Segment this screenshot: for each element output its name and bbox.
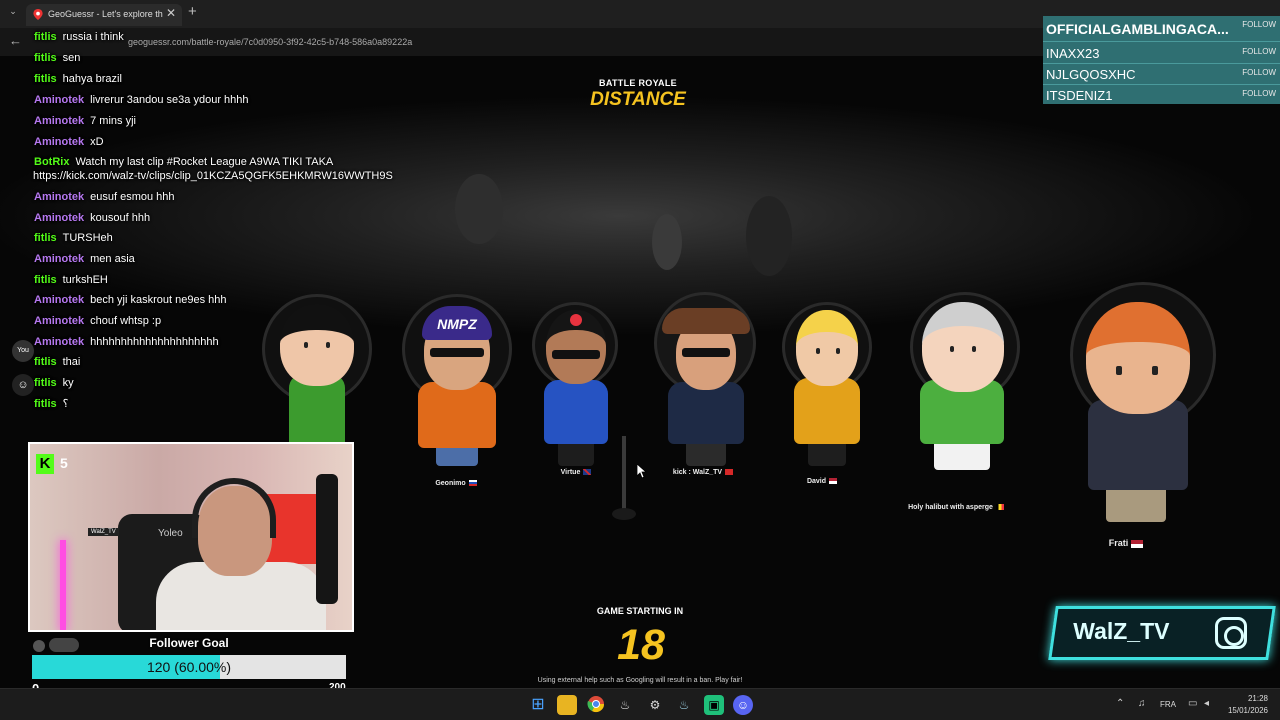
headset-icon	[192, 478, 276, 538]
player-avatar[interactable]: NMPZ	[402, 294, 512, 494]
new-tab-button[interactable]: +	[188, 3, 197, 20]
chat-side-icons: You ☺	[12, 340, 36, 400]
microphone-tray-icon[interactable]: ♫	[1138, 698, 1146, 709]
player-name: Geonimo	[366, 480, 546, 487]
steam-icon[interactable]: ♨	[615, 695, 635, 715]
follower-row: INAXX23 FOLLOW	[1043, 43, 1280, 64]
xbox-app-icon[interactable]: ▣	[704, 695, 724, 715]
chat-message: Aminotek men asia	[34, 253, 135, 265]
follow-button[interactable]: FOLLOW	[1242, 20, 1276, 29]
mouse-cursor-icon	[637, 464, 647, 478]
follower-row: NJLGQOSXHC FOLLOW	[1043, 64, 1280, 85]
follower-goal-title: Follower Goal	[149, 636, 229, 650]
player-name: David	[732, 478, 912, 485]
tab-title: GeoGuessr - Let's explore th	[48, 9, 163, 19]
volume-icon[interactable]: ◂	[1204, 698, 1209, 709]
chat-message: fitlis sen	[34, 52, 81, 64]
chat-message: Aminotek bech yji kaskrout ne9es hhh	[34, 294, 227, 306]
ghost-avatar	[746, 196, 792, 276]
chat-message: Aminotek 7 mins yji	[34, 115, 136, 127]
file-explorer-icon[interactable]	[557, 695, 577, 715]
chat-message: fitlis ؟	[34, 398, 69, 410]
viewer-count-badge: K 5	[36, 454, 72, 476]
discord-icon[interactable]: ☺	[733, 695, 753, 715]
chat-message: fitlis ky	[34, 377, 74, 389]
follow-button[interactable]: FOLLOW	[1242, 47, 1276, 56]
you-avatar[interactable]: You	[12, 340, 34, 362]
steam-app-icon[interactable]: ♨	[674, 695, 694, 715]
ghost-avatar	[652, 214, 682, 270]
player-avatar[interactable]	[904, 292, 1024, 492]
chat-message: fitlis hahya brazil	[34, 73, 122, 85]
follower-row: ITSDENIZ1 FOLLOW	[1046, 88, 1276, 103]
chat-message: Aminotek livrerur 3andou se3a ydour hhhh	[34, 94, 249, 106]
cowboy-hat	[662, 308, 750, 334]
url-field[interactable]: geoguessr.com/battle-royale/7c0d0950-3f9…	[128, 37, 412, 47]
map-pin-icon	[612, 436, 636, 520]
tab-close-icon[interactable]: ✕	[166, 6, 176, 20]
chat-message: Aminotek eusuf esmou hhh	[34, 191, 175, 203]
taskbar: ⊞ ♨ ⚙ ♨ ▣ ☺ ⌃ ♫ FRA ▭ ◂ 21:28 15/01/2026	[0, 688, 1280, 720]
follower-goal-bar: 120 (60.00%)	[32, 655, 346, 679]
settings-icon[interactable]: ⚙	[645, 695, 665, 715]
chat-message: fitlis thai	[34, 356, 81, 368]
chat-message: Aminotek chouf whtsp :p	[34, 315, 162, 327]
location-pin-icon	[570, 314, 582, 326]
chat-message: fitlis turkshEH	[34, 274, 108, 286]
tab-list-button[interactable]: ⌄	[6, 6, 20, 20]
player-name: Holy halibut with asperge	[866, 504, 1046, 511]
follower-goal-text: 120 (60.00%)	[146, 659, 232, 675]
instagram-icon	[1215, 617, 1247, 649]
chat-message: Aminotek kousouf hhh	[34, 212, 151, 224]
chat-message: fitlis TURSHeh	[34, 232, 113, 244]
player-avatar[interactable]	[532, 302, 622, 472]
chat-message: fitlis russia i think	[34, 31, 124, 43]
microphone-icon	[316, 474, 338, 604]
ghost-avatar	[455, 174, 503, 244]
back-button[interactable]: ←	[9, 33, 22, 48]
recent-followers-panel: OFFICIALGAMBLINGACA... FOLLOW INAXX23 FOLL…	[1043, 16, 1280, 104]
webcam-feed: Yoleo WalZ_TV K 5	[28, 442, 354, 632]
chat-message: Aminotek hhhhhhhhhhhhhhhhhhhhh	[34, 336, 219, 348]
follow-button[interactable]: FOLLOW	[1242, 89, 1276, 98]
player-name: Frati	[1036, 538, 1216, 548]
chat-link[interactable]: https://kick.com/walz-tv/clips/clip_01KC…	[33, 170, 393, 182]
viewer-count: 5	[60, 455, 68, 471]
clock-date[interactable]: 15/01/2026	[1222, 706, 1268, 715]
player-avatar[interactable]	[782, 302, 874, 472]
tray-overflow-icon[interactable]: ⌃	[1116, 698, 1124, 709]
chrome-icon[interactable]	[586, 695, 606, 715]
player-avatar[interactable]	[1060, 282, 1220, 532]
light-bar	[60, 540, 66, 630]
clock-time[interactable]: 21:28	[1240, 694, 1268, 703]
kick-logo-icon: K	[36, 454, 54, 474]
tab-geoguessr[interactable]: GeoGuessr - Let's explore th ✕	[26, 4, 182, 26]
player-avatar[interactable]	[262, 294, 372, 464]
windows-start-icon[interactable]: ⊞	[528, 695, 548, 715]
emoji-icon[interactable]: ☺	[12, 374, 34, 396]
follower-row: OFFICIALGAMBLINGACA... FOLLOW	[1043, 16, 1280, 42]
chat-message: BotRix Watch my last clip #Rocket League …	[33, 156, 393, 182]
language-indicator[interactable]: FRA	[1160, 700, 1176, 709]
player-avatar[interactable]	[654, 288, 758, 478]
chat-message: Aminotek xD	[34, 136, 104, 148]
instagram-badge: WalZ_TV	[1048, 606, 1276, 660]
geoguessr-favicon-icon	[33, 9, 43, 20]
follow-button[interactable]: FOLLOW	[1242, 68, 1276, 77]
instagram-handle: WalZ_TV	[1073, 618, 1170, 644]
network-icon[interactable]: ▭	[1188, 698, 1197, 709]
streamer-logo: WalZ_TV	[88, 528, 119, 536]
